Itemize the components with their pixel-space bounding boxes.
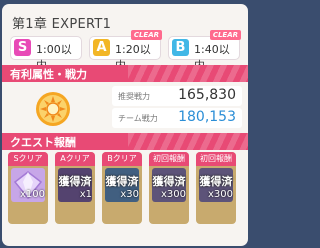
clear-badge: CLEAR — [130, 30, 162, 40]
recommended-power-row: 推奨戦力 165,830 — [112, 86, 242, 106]
reward-obtained-label: 獲得済 — [152, 175, 186, 188]
reward-head: Bクリア — [102, 152, 142, 166]
reward-b-clear[interactable]: Bクリア 獲得済 x30 — [102, 152, 142, 224]
condition-b: B 1:40以内 CLEAR — [168, 30, 241, 72]
header-stripe — [128, 133, 248, 150]
header-stripe — [128, 65, 248, 82]
reward-obtained-label: 獲得済 — [105, 175, 139, 188]
reward-head: Aクリア — [55, 152, 95, 166]
recommended-power-value: 165,830 — [178, 87, 236, 103]
reward-obtained-label: 獲得済 — [199, 175, 233, 188]
team-power-label: チーム戦力 — [118, 114, 158, 123]
reward-first-1[interactable]: 初回報酬 獲得済 x300 — [149, 152, 189, 224]
attribute-section-header: 有利属性・戦力 — [2, 65, 248, 82]
clear-badge: CLEAR — [209, 30, 241, 40]
reward-qty: x100 — [19, 189, 45, 200]
rewards-section-label: クエスト報酬 — [10, 136, 76, 149]
recommended-power-label: 推奨戦力 — [118, 92, 150, 101]
reward-qty: x300 — [207, 189, 233, 200]
reward-qty: x30 — [120, 189, 139, 200]
reward-qty: x1 — [79, 189, 92, 200]
quest-detail-panel: 第1章 EXPERT1 S 1:00以内 A 1:20以内 CLEAR B 1:… — [2, 4, 248, 246]
reward-first-2[interactable]: 初回報酬 獲得済 x300 — [196, 152, 236, 224]
reward-obtained-label: 獲得済 — [58, 175, 92, 188]
rank-a-badge: A — [93, 39, 110, 56]
reward-head: Sクリア — [8, 152, 48, 166]
reward-head: 初回報酬 — [149, 152, 189, 166]
team-power-value: 180,153 — [178, 109, 236, 125]
reward-a-clear[interactable]: Aクリア 獲得済 x1 — [55, 152, 95, 224]
stage-title: 第1章 EXPERT1 — [12, 17, 112, 32]
rank-b-badge: B — [172, 39, 189, 56]
attribute-section-label: 有利属性・戦力 — [10, 68, 87, 81]
reward-s-clear[interactable]: Sクリア x100 — [8, 152, 48, 224]
team-power-row: チーム戦力 180,153 — [112, 108, 242, 128]
condition-s: S 1:00以内 — [10, 36, 82, 72]
reward-head: 初回報酬 — [196, 152, 236, 166]
rank-s-badge: S — [14, 39, 31, 56]
reward-qty: x300 — [160, 189, 186, 200]
condition-a: A 1:20以内 CLEAR — [89, 30, 162, 72]
rewards-section-header: クエスト報酬 — [2, 133, 248, 150]
sun-attribute-icon — [36, 92, 70, 126]
